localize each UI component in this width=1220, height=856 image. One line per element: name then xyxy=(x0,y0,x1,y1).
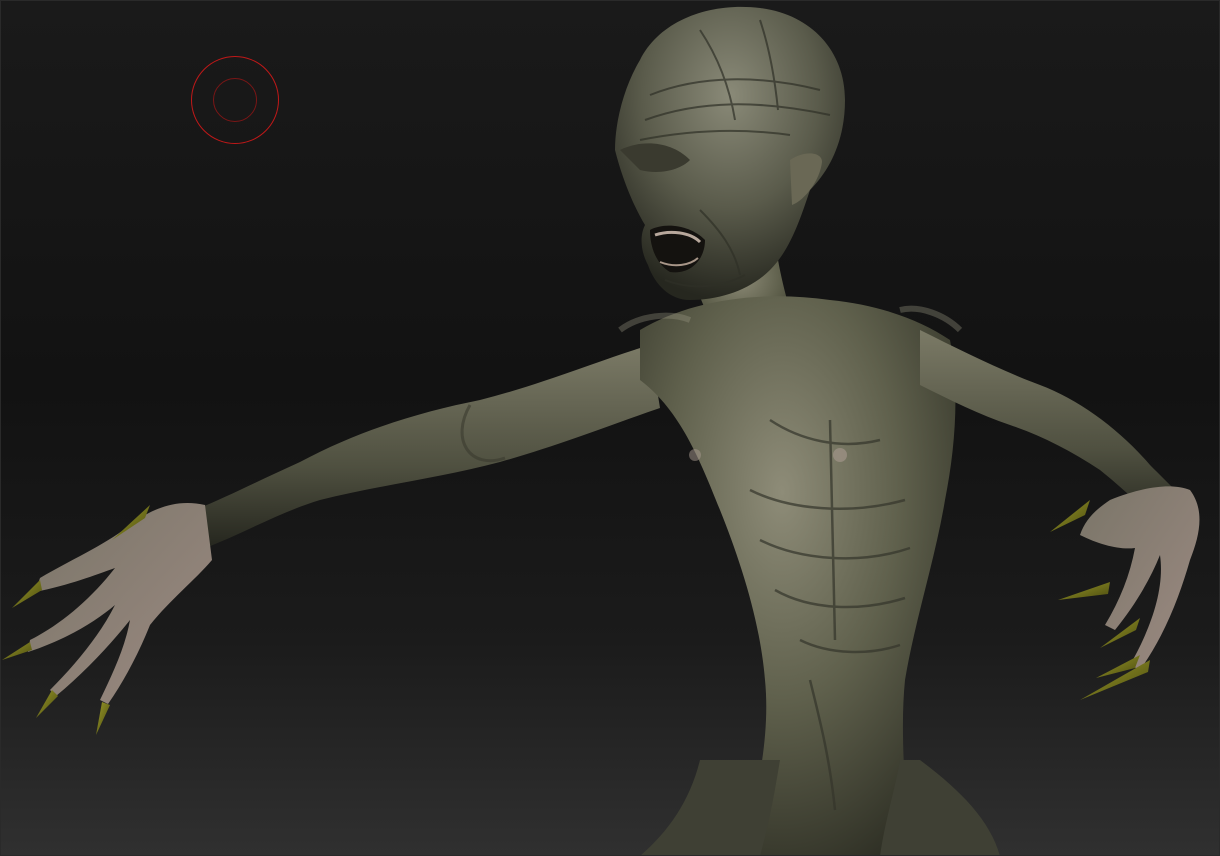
creature-right-leg xyxy=(880,760,1000,856)
sculpt-viewport[interactable] xyxy=(0,0,1220,856)
creature-right-hand xyxy=(1080,486,1200,670)
creature-left-leg xyxy=(640,760,780,856)
creature-model[interactable] xyxy=(0,0,1220,856)
claw xyxy=(96,702,110,735)
claw xyxy=(36,690,58,718)
brush-focal-shift-icon xyxy=(213,78,257,122)
brush-draw-size-icon[interactable] xyxy=(191,56,279,144)
creature-left-arm xyxy=(195,345,660,548)
claw xyxy=(1080,660,1150,700)
claw xyxy=(12,580,42,608)
claw xyxy=(1058,582,1110,600)
claw xyxy=(2,642,32,660)
